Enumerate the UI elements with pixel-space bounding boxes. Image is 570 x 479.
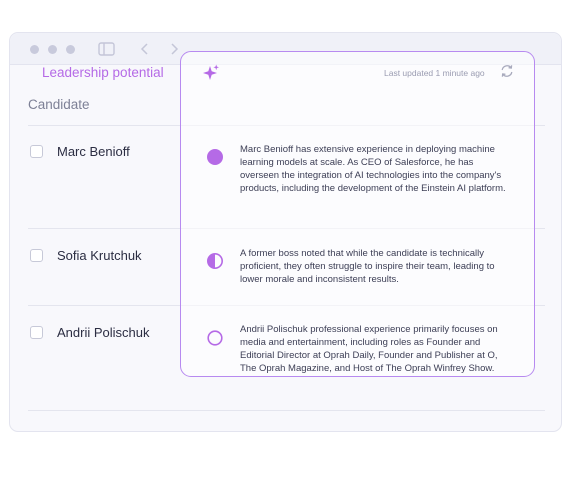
candidate-name: Sofia Krutchuk bbox=[57, 248, 142, 263]
window-control-close[interactable] bbox=[30, 45, 39, 54]
row-checkbox[interactable] bbox=[30, 249, 43, 262]
sparkle-icon bbox=[202, 64, 220, 86]
high-potential-indicator-icon bbox=[206, 148, 224, 171]
panel-title: Leadership potential bbox=[42, 65, 164, 80]
row-divider bbox=[28, 410, 545, 411]
last-updated-text: Last updated 1 minute ago bbox=[384, 68, 485, 78]
chevron-left-icon[interactable] bbox=[140, 42, 150, 61]
refresh-icon[interactable] bbox=[500, 64, 514, 83]
row-checkbox[interactable] bbox=[30, 326, 43, 339]
candidate-name: Marc Benioff bbox=[57, 144, 130, 159]
low-potential-indicator-icon bbox=[206, 329, 224, 352]
window-control-maximize[interactable] bbox=[66, 45, 75, 54]
medium-potential-indicator-icon bbox=[206, 252, 224, 275]
insight-text: Andrii Polischuk professional experience… bbox=[240, 324, 498, 374]
insight-text: Marc Benioff has extensive experience in… bbox=[240, 144, 506, 194]
window-control-minimize[interactable] bbox=[48, 45, 57, 54]
insight-text: A former boss noted that while the candi… bbox=[240, 248, 495, 285]
chevron-right-icon[interactable] bbox=[169, 42, 179, 61]
candidate-column-header: Candidate bbox=[28, 97, 90, 112]
sidebar-toggle-icon[interactable] bbox=[98, 42, 115, 61]
row-checkbox[interactable] bbox=[30, 145, 43, 158]
candidate-name: Andrii Polischuk bbox=[57, 325, 150, 340]
